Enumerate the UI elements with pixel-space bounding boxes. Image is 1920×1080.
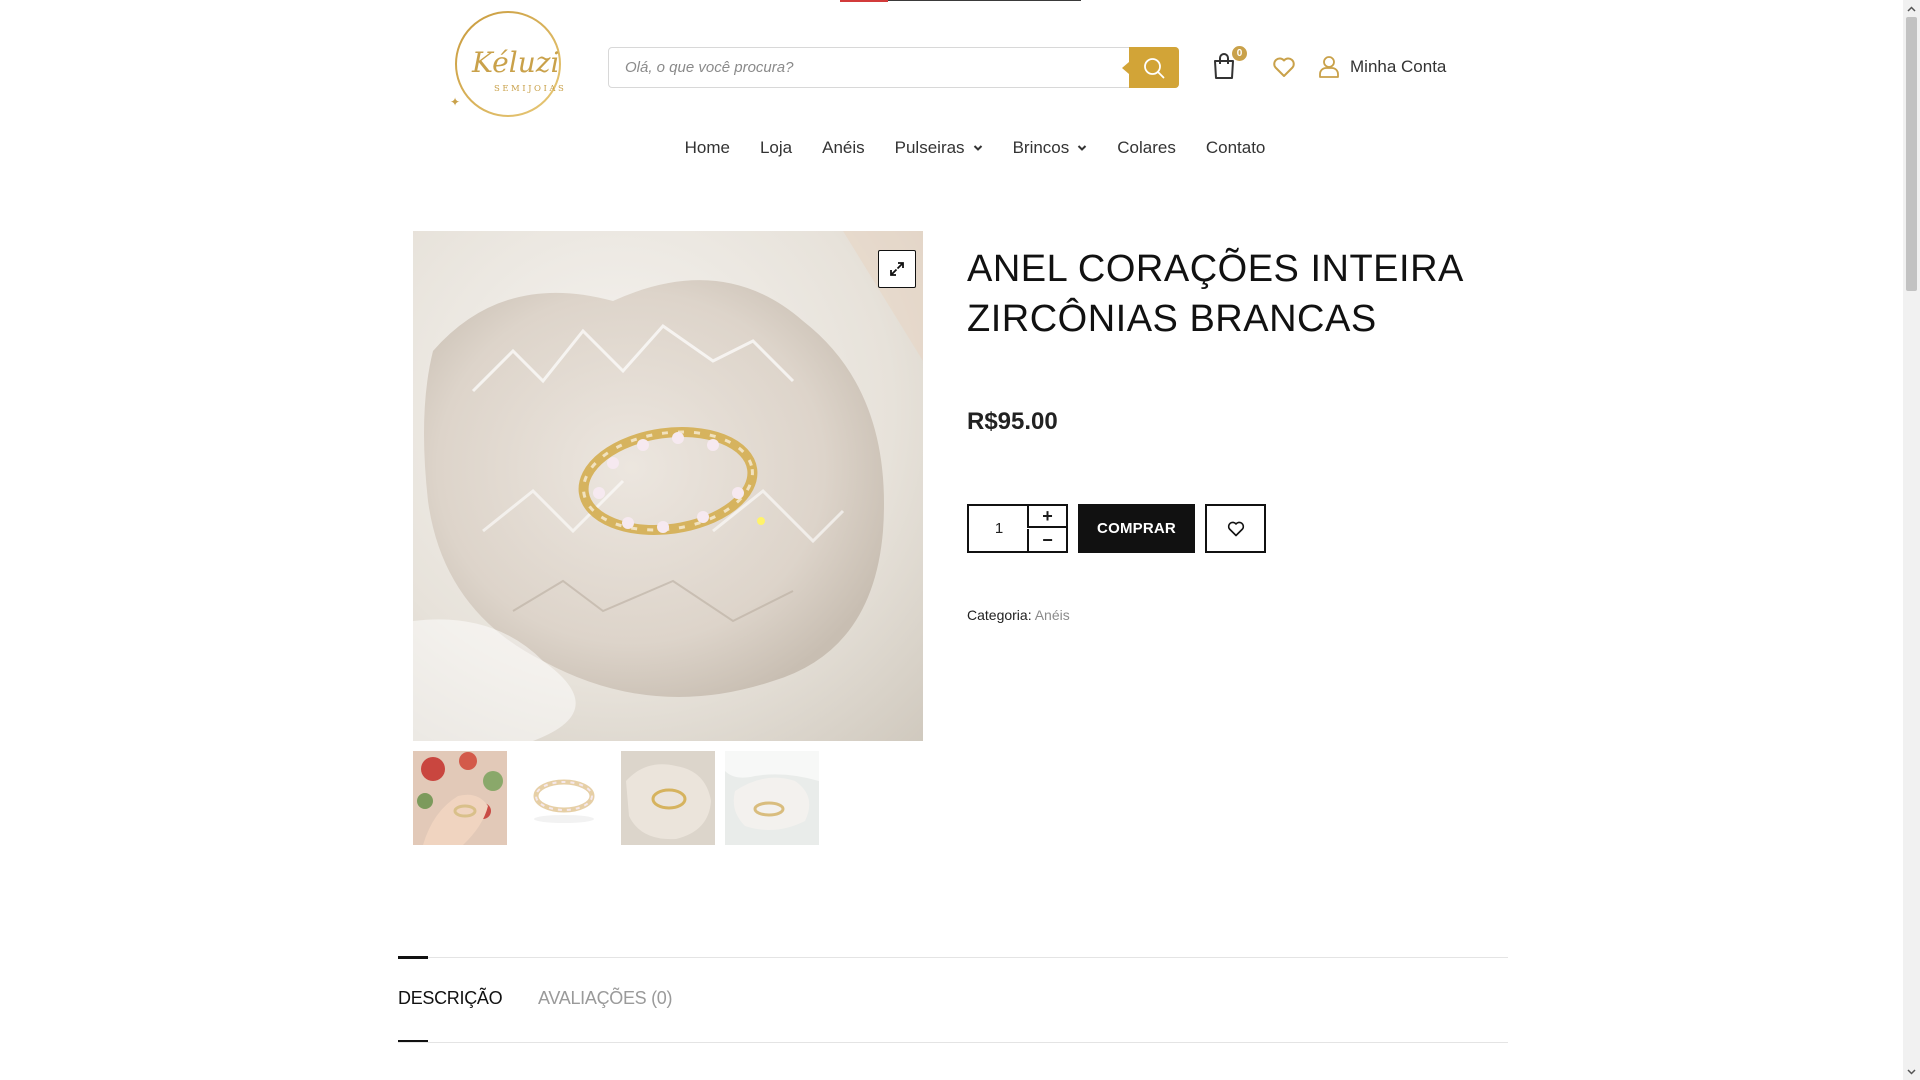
heart-icon — [1227, 521, 1244, 536]
account-link[interactable]: Minha Conta — [1318, 53, 1446, 81]
search-icon — [1144, 57, 1165, 78]
product-title-line-1: ANEL CORAÇÕES INTEIRA — [967, 248, 1464, 290]
product-title: ANEL CORAÇÕES INTEIRA ZIRCÔNIAS BRANCAS — [967, 244, 1487, 344]
chevron-down-icon — [1907, 1068, 1916, 1075]
search-input[interactable] — [609, 48, 1129, 87]
product-main-image[interactable] — [413, 231, 923, 741]
nav-item-home[interactable]: Home — [685, 134, 730, 162]
tabs-divider-bottom — [398, 1042, 1508, 1043]
product-thumbnail-1[interactable] — [413, 751, 507, 845]
wishlist-button[interactable] — [1272, 56, 1296, 78]
tabs-divider-top — [398, 957, 1508, 958]
product-thumbnail-2[interactable] — [517, 751, 611, 845]
site-logo[interactable]: Kéluzi SEMIJOIAS ✦ — [446, 10, 578, 120]
nav-item-contato[interactable]: Contato — [1206, 134, 1266, 162]
category-label: Categoria: — [967, 607, 1032, 623]
top-progress-bar — [840, 0, 888, 2]
product-thumbnail-3[interactable] — [621, 751, 715, 845]
scroll-down-button[interactable] — [1903, 1063, 1920, 1080]
zoom-button[interactable] — [878, 250, 916, 288]
quantity-decrease-button[interactable]: − — [1027, 529, 1066, 551]
nav-item-loja[interactable]: Loja — [760, 134, 792, 162]
product-thumbnail-4[interactable] — [725, 751, 819, 845]
chevron-down-icon — [1078, 145, 1087, 151]
scrollbar-thumb[interactable] — [1906, 17, 1917, 291]
cart-count-badge: 0 — [1232, 46, 1247, 61]
user-icon — [1319, 56, 1339, 78]
cart-button[interactable]: 0 — [1212, 46, 1247, 82]
scroll-up-button[interactable] — [1903, 0, 1920, 17]
tab-active-indicator — [398, 956, 428, 959]
chevron-down-icon — [973, 145, 982, 151]
nav-item-colares[interactable]: Colares — [1117, 134, 1176, 162]
expand-icon — [890, 262, 904, 276]
quantity-increase-button[interactable]: + — [1027, 506, 1066, 528]
product-price: R$95.00 — [967, 408, 1058, 435]
logo-subtitle: SEMIJOIAS — [494, 84, 566, 94]
chevron-up-icon — [1907, 5, 1916, 12]
logo-script: Kéluzi — [471, 46, 559, 79]
add-to-wishlist-button[interactable] — [1205, 504, 1266, 553]
tab-description[interactable]: DESCRIÇÃO — [398, 988, 503, 1009]
search-button[interactable] — [1122, 47, 1179, 88]
nav-item-aneis[interactable]: Anéis — [822, 134, 865, 162]
nav-item-pulseiras[interactable]: Pulseiras — [895, 134, 983, 162]
quantity-stepper: 1 + − — [967, 504, 1068, 553]
product-category: Categoria: Anéis — [967, 607, 1070, 623]
category-link[interactable]: Anéis — [1035, 607, 1070, 623]
product-title-line-2: ZIRCÔNIAS BRANCAS — [967, 298, 1377, 340]
heart-icon — [1273, 57, 1295, 77]
svg-text:✦: ✦ — [450, 95, 460, 109]
quantity-input[interactable]: 1 — [969, 506, 1029, 551]
main-navigation: Home Loja Anéis Pulseiras Brincos Colare… — [0, 134, 1920, 162]
search-bar — [608, 47, 1179, 88]
account-label: Minha Conta — [1350, 57, 1447, 76]
nav-item-brincos[interactable]: Brincos — [1013, 134, 1088, 162]
buy-button[interactable]: COMPRAR — [1078, 504, 1195, 553]
tab-reviews[interactable]: AVALIAÇÕES (0) — [538, 988, 672, 1009]
